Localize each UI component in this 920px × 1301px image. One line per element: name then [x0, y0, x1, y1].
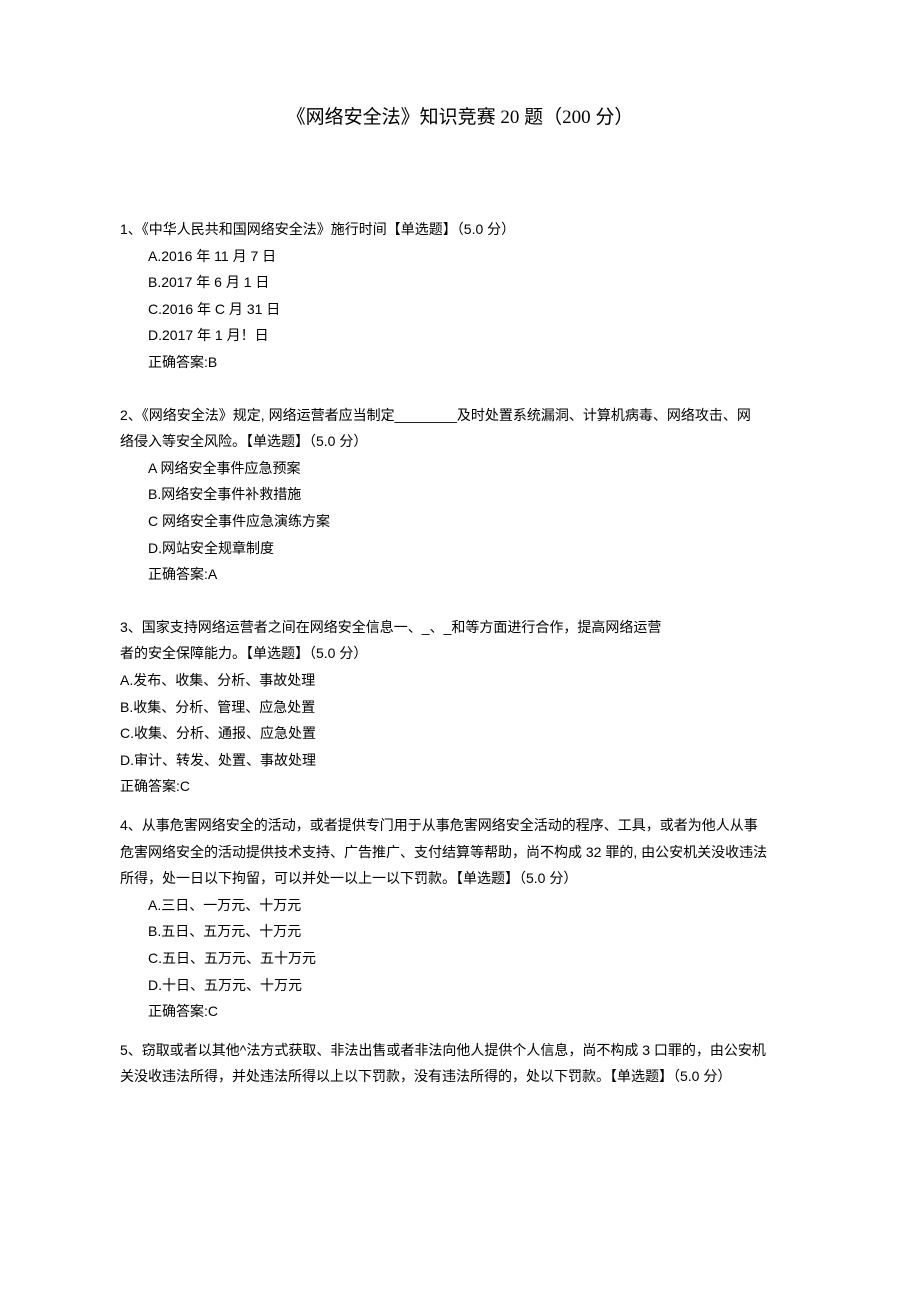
question-stem: 5、窃取或者以其他^法方式获取、非法出售或者非法向他人提供个人信息，尚不构成 3…	[120, 1037, 800, 1064]
option-d: D.审计、转发、处置、事故处理	[120, 747, 800, 774]
question-3: 3、国家支持网络运营者之间在网络安全信息一、_、_和等方面进行合作，提高网络运营…	[120, 614, 800, 800]
question-stem: 络侵入等安全风险。【单选题】（5.0 分）	[120, 428, 800, 455]
question-stem: 关没收违法所得，并处违法所得以上以下罚款，没有违法所得的，处以下罚款。【单选题】…	[120, 1063, 800, 1090]
option-b: B.网络安全事件补救措施	[120, 481, 800, 508]
option-d: D.2017 年 1 月！日	[120, 322, 800, 349]
option-b: B.2017 年 6 月 1 日	[120, 269, 800, 296]
option-d: D.十日、五万元、十万元	[120, 972, 800, 999]
option-a: A.2016 年 11 月 7 日	[120, 243, 800, 270]
option-c: C.2016 年 C 月 31 日	[120, 296, 800, 323]
question-stem: 者的安全保障能力。【单选题】（5.0 分）	[120, 640, 800, 667]
question-stem: 4、从事危害网络安全的活动，或者提供专门用于从事危害网络安全活动的程序、工具，或…	[120, 812, 800, 839]
question-stem: 危害网络安全的活动提供技术支持、广告推广、支付结算等帮助，尚不构成 32 罪的,…	[120, 839, 800, 866]
question-4: 4、从事危害网络安全的活动，或者提供专门用于从事危害网络安全活动的程序、工具，或…	[120, 812, 800, 1025]
option-a: A.发布、收集、分析、事故处理	[120, 667, 800, 694]
question-stem: 2、《网络安全法》规定, 网络运营者应当制定________及时处置系统漏洞、计…	[120, 402, 800, 429]
correct-answer: 正确答案:A	[120, 561, 800, 588]
option-a: A 网络安全事件应急预案	[120, 455, 800, 482]
option-a: A.三日、一万元、十万元	[120, 892, 800, 919]
question-stem: 3、国家支持网络运营者之间在网络安全信息一、_、_和等方面进行合作，提高网络运营	[120, 614, 800, 641]
document-title: 《网络安全法》知识竞赛 20 题（200 分）	[120, 100, 800, 136]
option-d: D.网站安全规章制度	[120, 535, 800, 562]
correct-answer: 正确答案:C	[120, 998, 800, 1025]
option-b: B.五日、五万元、十万元	[120, 918, 800, 945]
correct-answer: 正确答案:B	[120, 349, 800, 376]
question-stem: 1、《中华人民共和国网络安全法》施行时间【单选题】（5.0 分）	[120, 216, 800, 243]
option-c: C.收集、分析、通报、应急处置	[120, 720, 800, 747]
option-b: B.收集、分析、管理、应急处置	[120, 694, 800, 721]
option-c: C 网络安全事件应急演练方案	[120, 508, 800, 535]
question-stem: 所得，处一日以下拘留，可以并处一以上一以下罚款。【单选题】（5.0 分）	[120, 865, 800, 892]
correct-answer: 正确答案:C	[120, 773, 800, 800]
option-c: C.五日、五万元、五十万元	[120, 945, 800, 972]
question-5: 5、窃取或者以其他^法方式获取、非法出售或者非法向他人提供个人信息，尚不构成 3…	[120, 1037, 800, 1090]
question-2: 2、《网络安全法》规定, 网络运营者应当制定________及时处置系统漏洞、计…	[120, 402, 800, 588]
document-page: 《网络安全法》知识竞赛 20 题（200 分） 1、《中华人民共和国网络安全法》…	[0, 0, 920, 1301]
question-1: 1、《中华人民共和国网络安全法》施行时间【单选题】（5.0 分） A.2016 …	[120, 216, 800, 376]
